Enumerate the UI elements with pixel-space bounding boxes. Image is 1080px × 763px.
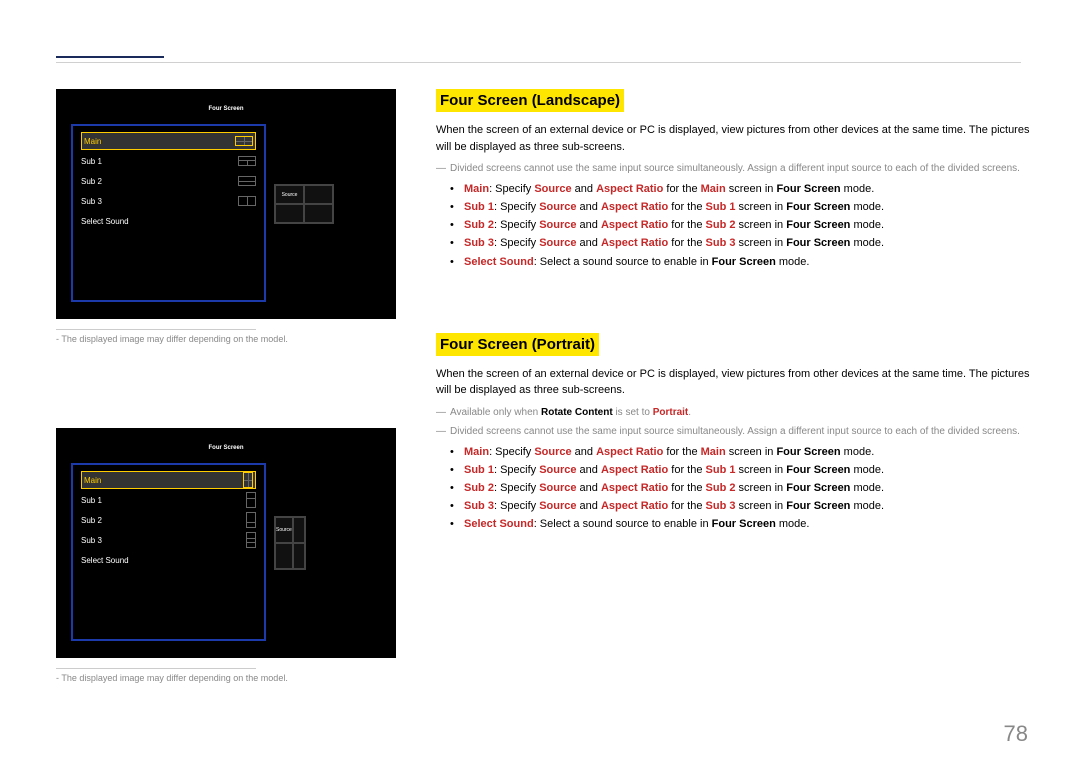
osd-row-sub3[interactable]: Sub 3 <box>81 192 256 210</box>
osd-list: Main Sub 1 Sub 2 Sub 3 <box>71 124 266 302</box>
bullet-list: Main: Specify Source and Aspect Ratio fo… <box>436 180 1032 271</box>
page: Four Screen Main Sub 1 Sub 2 <box>0 0 1080 683</box>
header-thin-rule <box>56 62 1021 63</box>
list-item: Select Sound: Select a sound source to e… <box>464 253 1032 271</box>
list-item: Sub 2: Specify Source and Aspect Ratio f… <box>464 479 1032 497</box>
list-item: Sub 3: Specify Source and Aspect Ratio f… <box>464 497 1032 515</box>
osd-tabs: Four Screen <box>71 100 381 118</box>
section-title: Four Screen (Landscape) <box>436 89 624 112</box>
layout-icon <box>246 492 256 508</box>
osd-row-sound[interactable]: Select Sound <box>81 212 256 230</box>
list-item: Main: Specify Source and Aspect Ratio fo… <box>464 180 1032 198</box>
osd-list: Main Sub 1 Sub 2 Sub 3 <box>71 463 266 641</box>
osd-tab-four-screen[interactable]: Four Screen <box>208 445 243 451</box>
right-column: Four Screen (Landscape) When the screen … <box>436 89 1032 683</box>
osd-preview: Source <box>274 463 334 623</box>
caption-rule <box>56 329 256 330</box>
osd-row-sub2[interactable]: Sub 2 <box>81 172 256 190</box>
osd-row-sub1[interactable]: Sub 1 <box>81 491 256 509</box>
osd-preview: Source <box>274 124 334 284</box>
preview-box-landscape: Source <box>274 184 334 224</box>
note-text: Divided screens cannot use the same inpu… <box>436 161 1032 176</box>
note-text: Divided screens cannot use the same inpu… <box>436 424 1032 439</box>
layout-icon <box>238 156 256 166</box>
osd-row-sound[interactable]: Select Sound <box>81 551 256 569</box>
left-column: Four Screen Main Sub 1 Sub 2 <box>56 89 396 683</box>
layout-icon <box>246 512 256 528</box>
preview-box-portrait: Source <box>274 516 306 570</box>
osd-row-sub2[interactable]: Sub 2 <box>81 511 256 529</box>
osd-row-main[interactable]: Main <box>81 471 256 489</box>
note-portrait-only: Available only when Rotate Content is se… <box>436 405 1032 420</box>
image-caption: The displayed image may differ depending… <box>56 673 396 683</box>
list-item: Sub 2: Specify Source and Aspect Ratio f… <box>464 216 1032 234</box>
caption-rule <box>56 668 256 669</box>
layout-icon <box>235 136 253 146</box>
layout-icon <box>246 532 256 548</box>
layout-icon <box>238 176 256 186</box>
osd-row-sub3[interactable]: Sub 3 <box>81 531 256 549</box>
list-item: Sub 3: Specify Source and Aspect Ratio f… <box>464 234 1032 252</box>
section-title: Four Screen (Portrait) <box>436 333 599 356</box>
header-accent-rule <box>56 56 164 58</box>
list-item: Sub 1: Specify Source and Aspect Ratio f… <box>464 461 1032 479</box>
layout-icon <box>243 472 253 488</box>
intro-text: When the screen of an external device or… <box>436 122 1032 155</box>
intro-text: When the screen of an external device or… <box>436 366 1032 399</box>
osd-row-main[interactable]: Main <box>81 132 256 150</box>
list-item: Sub 1: Specify Source and Aspect Ratio f… <box>464 198 1032 216</box>
osd-panel-portrait: Four Screen Main Sub 1 Sub 2 <box>56 428 396 658</box>
image-caption: The displayed image may differ depending… <box>56 334 396 344</box>
osd-tabs: Four Screen <box>71 439 381 457</box>
osd-tab-four-screen[interactable]: Four Screen <box>208 106 243 112</box>
osd-row-sub1[interactable]: Sub 1 <box>81 152 256 170</box>
section-four-screen-landscape: Four Screen (Landscape) When the screen … <box>436 89 1032 271</box>
list-item: Main: Specify Source and Aspect Ratio fo… <box>464 443 1032 461</box>
layout-icon <box>238 196 256 206</box>
section-four-screen-portrait: Four Screen (Portrait) When the screen o… <box>436 333 1032 534</box>
page-number: 78 <box>1004 721 1028 747</box>
list-item: Select Sound: Select a sound source to e… <box>464 515 1032 533</box>
bullet-list: Main: Specify Source and Aspect Ratio fo… <box>436 443 1032 534</box>
osd-panel-landscape: Four Screen Main Sub 1 Sub 2 <box>56 89 396 319</box>
